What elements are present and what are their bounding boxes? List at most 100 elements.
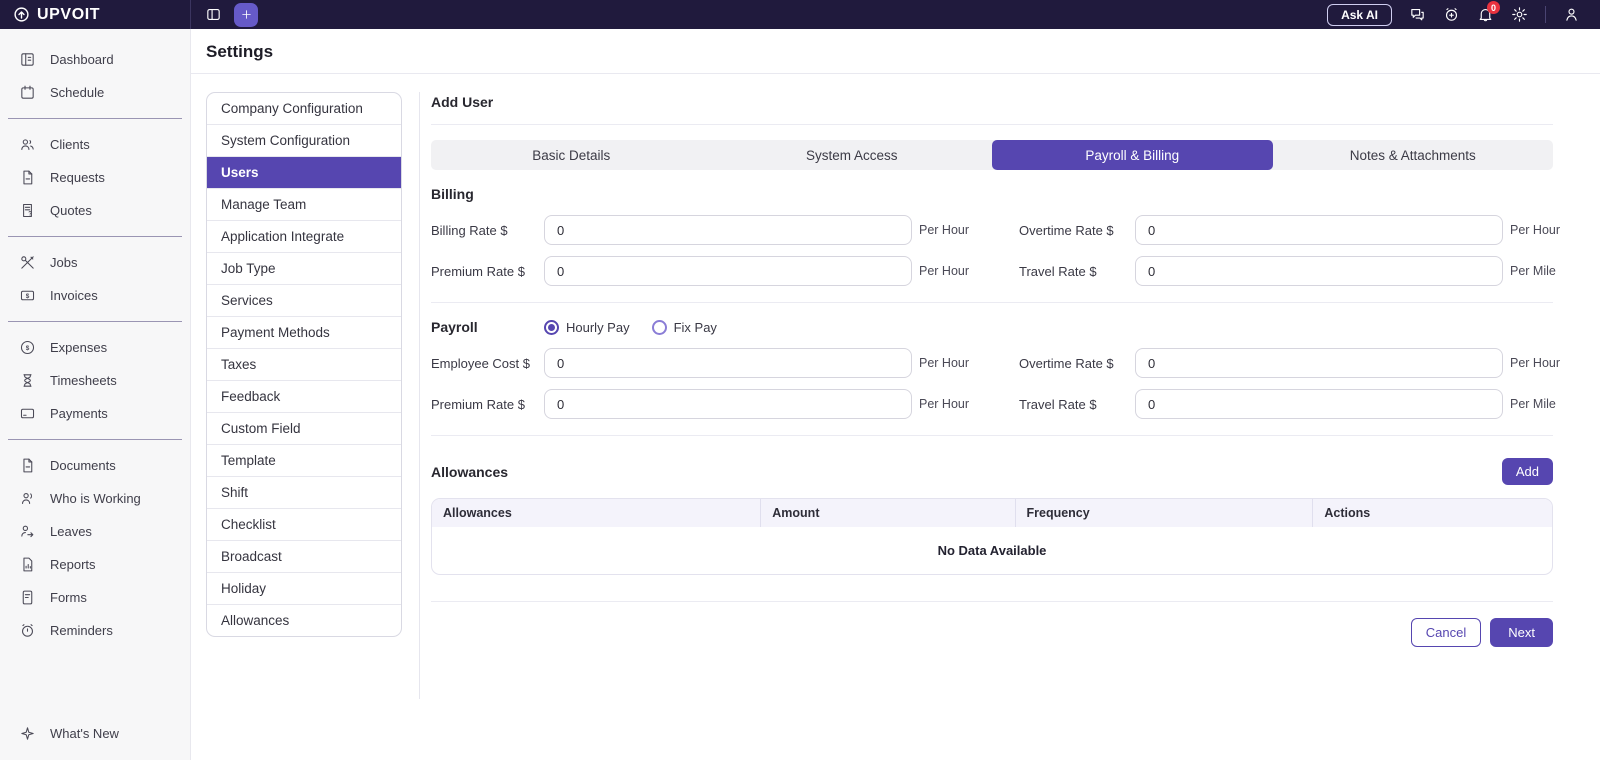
- sidebar-item-payments[interactable]: Payments: [0, 397, 190, 430]
- settings-menu: Company Configuration System Configurati…: [206, 92, 402, 637]
- sidebar-item-reports[interactable]: Reports: [0, 548, 190, 581]
- sidebar-item-clients[interactable]: Clients: [0, 128, 190, 161]
- form-actions: Cancel Next: [431, 618, 1553, 647]
- settings-menu-item-taxes[interactable]: Taxes: [207, 349, 401, 381]
- sidebar-item-label: Jobs: [50, 255, 78, 270]
- payroll-overtime-rate-input[interactable]: [1135, 348, 1503, 378]
- payroll-travel-rate-unit: Per Mile: [1510, 397, 1556, 411]
- sidebar-item-label: Documents: [50, 458, 116, 473]
- svg-text:$: $: [26, 345, 30, 352]
- settings-menu-item-company-configuration[interactable]: Company Configuration: [207, 93, 401, 125]
- settings-menu-item-services[interactable]: Services: [207, 285, 401, 317]
- fix-pay-radio[interactable]: Fix Pay: [651, 319, 717, 335]
- sidebar-item-quotes[interactable]: ? Quotes: [0, 194, 190, 227]
- form-tabs: Basic Details System Access Payroll & Bi…: [431, 140, 1553, 170]
- plus-icon: [241, 10, 251, 19]
- form-icon: [22, 590, 33, 605]
- payroll-premium-rate-input[interactable]: [544, 389, 912, 419]
- dollar-circle-icon: $: [20, 340, 35, 355]
- travel-rate-input[interactable]: [1135, 256, 1503, 286]
- col-actions: Actions: [1324, 506, 1371, 520]
- settings-menu-item-users[interactable]: Users: [207, 157, 401, 189]
- hourly-pay-radio[interactable]: Hourly Pay: [544, 319, 630, 335]
- quick-add-button[interactable]: [234, 2, 258, 27]
- alarm-add-icon[interactable]: [1443, 6, 1460, 23]
- sidebar-toggle-icon[interactable]: [205, 6, 222, 23]
- overtime-rate-label: Overtime Rate $: [1019, 222, 1114, 238]
- overtime-rate-unit: Per Hour: [1510, 223, 1561, 237]
- tab-notes-attachments[interactable]: Notes & Attachments: [1273, 140, 1554, 170]
- sidebar-item-leaves[interactable]: Leaves: [0, 515, 190, 548]
- topbar-divider: [1545, 6, 1546, 23]
- overtime-rate-input[interactable]: [1135, 215, 1503, 245]
- sidebar-item-label: Clients: [50, 137, 90, 152]
- premium-rate-input[interactable]: [544, 256, 912, 286]
- sidebar-divider: [8, 236, 182, 237]
- document-icon: [23, 458, 33, 473]
- radio-selected-icon: [544, 319, 559, 335]
- chat-icon[interactable]: [1409, 6, 1426, 23]
- sidebar-item-forms[interactable]: Forms: [0, 581, 190, 614]
- sidebar-item-schedule[interactable]: Schedule: [0, 76, 190, 109]
- sidebar-item-jobs[interactable]: Jobs: [0, 246, 190, 279]
- dashboard-icon: [21, 53, 34, 66]
- billing-rate-input[interactable]: [544, 215, 912, 245]
- sidebar-divider: [8, 439, 182, 440]
- settings-menu-item-checklist[interactable]: Checklist: [207, 509, 401, 541]
- settings-menu-item-custom-field[interactable]: Custom Field: [207, 413, 401, 445]
- sidebar-item-reminders[interactable]: Reminders: [0, 614, 190, 647]
- sidebar-item-who-is-working[interactable]: Who is Working: [0, 482, 190, 515]
- settings-menu-item-allowances[interactable]: Allowances: [207, 605, 401, 636]
- clients-icon: [21, 139, 34, 150]
- sidebar-item-whats-new[interactable]: What's New: [0, 717, 190, 760]
- sidebar-item-dashboard[interactable]: Dashboard: [0, 43, 190, 76]
- quote-file-icon: ?: [23, 203, 32, 217]
- settings-menu-item-manage-team[interactable]: Manage Team: [207, 189, 401, 221]
- tab-payroll-billing[interactable]: Payroll & Billing: [992, 140, 1273, 170]
- premium-rate-unit: Per Hour: [919, 264, 970, 278]
- settings-menu-item-broadcast[interactable]: Broadcast: [207, 541, 401, 573]
- pay-type-radio-group: Hourly Pay Fix Pay: [544, 319, 912, 335]
- person-active-icon: [22, 493, 33, 504]
- section-divider: [431, 601, 1553, 602]
- add-allowance-button[interactable]: Add: [1501, 458, 1553, 485]
- request-file-icon: [23, 170, 33, 185]
- sidebar-divider: [8, 321, 182, 322]
- allowances-table: Allowances Amount Frequency Actions No D…: [431, 498, 1553, 575]
- billing-rate-unit: Per Hour: [919, 223, 970, 237]
- settings-menu-item-application-integrate[interactable]: Application Integrate: [207, 221, 401, 253]
- sidebar-item-label: Reminders: [50, 623, 113, 638]
- tab-basic-details[interactable]: Basic Details: [431, 140, 712, 170]
- sidebar-item-label: Reports: [50, 557, 96, 572]
- sidebar-item-documents[interactable]: Documents: [0, 449, 190, 482]
- settings-menu-item-feedback[interactable]: Feedback: [207, 381, 401, 413]
- user-profile-icon[interactable]: [1563, 6, 1580, 23]
- payroll-travel-rate-input[interactable]: [1135, 389, 1503, 419]
- col-frequency: Frequency: [1016, 499, 1314, 527]
- sidebar-item-expenses[interactable]: $ Expenses: [0, 331, 190, 364]
- sidebar-item-label: Quotes: [50, 203, 92, 218]
- settings-menu-item-template[interactable]: Template: [207, 445, 401, 477]
- employee-cost-input[interactable]: [544, 348, 912, 378]
- settings-menu-item-holiday[interactable]: Holiday: [207, 573, 401, 605]
- next-button[interactable]: Next: [1490, 618, 1553, 647]
- tab-system-access[interactable]: System Access: [712, 140, 993, 170]
- sidebar-item-requests[interactable]: Requests: [0, 161, 190, 194]
- ask-ai-button[interactable]: Ask AI: [1327, 3, 1392, 26]
- gear-icon[interactable]: [1511, 6, 1528, 23]
- cancel-button[interactable]: Cancel: [1410, 618, 1482, 647]
- svg-text:?: ?: [28, 210, 32, 217]
- settings-menu-item-system-configuration[interactable]: System Configuration: [207, 125, 401, 157]
- payroll-premium-rate-unit: Per Hour: [919, 397, 970, 411]
- settings-menu-item-job-type[interactable]: Job Type: [207, 253, 401, 285]
- settings-menu-item-payment-methods[interactable]: Payment Methods: [207, 317, 401, 349]
- col-allowances: Allowances: [432, 499, 762, 527]
- no-data-message: No Data Available: [937, 543, 1047, 558]
- notifications-button[interactable]: 0: [1477, 1, 1500, 23]
- fix-pay-label: Fix Pay: [673, 319, 717, 335]
- settings-menu-item-shift[interactable]: Shift: [207, 477, 401, 509]
- credit-card-icon: [20, 408, 35, 419]
- sidebar-item-invoices[interactable]: $ Invoices: [0, 279, 190, 312]
- sidebar-item-timesheets[interactable]: Timesheets: [0, 364, 190, 397]
- travel-rate-unit: Per Mile: [1510, 264, 1556, 278]
